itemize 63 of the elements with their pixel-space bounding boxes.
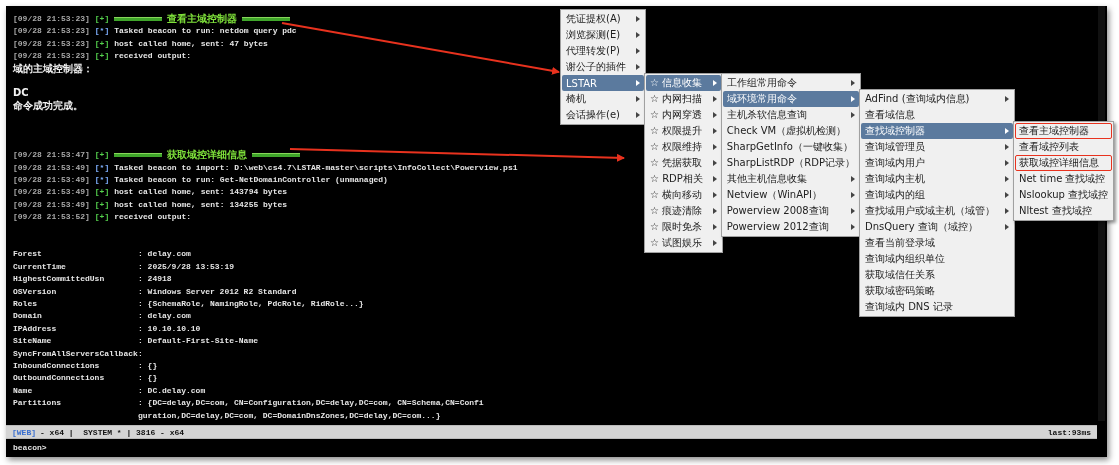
property-name: Partitions bbox=[13, 397, 62, 410]
status-marker: [+] bbox=[94, 149, 110, 162]
timestamp: [09/28 21:53:49] bbox=[13, 186, 90, 199]
log-message: received output: bbox=[114, 211, 192, 224]
log-message: host called home, sent: 47 bytes bbox=[114, 37, 268, 50]
property-name: InboundConnections bbox=[13, 359, 101, 372]
property-value: : {DC=delay,DC=com, CN=Configuration,DC=delay,DC=com, CN=Schema,CN=Confi bbox=[138, 397, 484, 410]
timestamp: [09/28 21:53:23] bbox=[13, 37, 90, 50]
log-message: Tasked beacon to import: D:\web\cs4.7\LSTAR-master\scripts\InfoCollect\Powerview.ps1 bbox=[114, 161, 518, 174]
status-marker: [+] bbox=[94, 198, 110, 211]
log-message: Tasked beacon to run: netdom query pdc bbox=[114, 25, 297, 38]
property-name: Forest bbox=[13, 248, 43, 261]
property-name: HighestCommittedUsn bbox=[13, 273, 106, 286]
status-marker: [*] bbox=[94, 161, 110, 174]
property-value: : bbox=[138, 347, 143, 360]
property-value: : Default-First-Site-Name bbox=[138, 335, 259, 348]
property-name: Roles bbox=[13, 298, 38, 310]
property-value: : {} bbox=[138, 372, 158, 385]
status-marker: [+] bbox=[94, 13, 110, 25]
status-marker: [+] bbox=[94, 50, 110, 63]
timestamp: [09/28 21:53:49] bbox=[13, 174, 90, 187]
timestamp: [09/28 21:53:47] bbox=[13, 149, 90, 162]
command-output: 命令成功完成。 bbox=[13, 99, 83, 113]
property-name: IPAddress bbox=[13, 322, 58, 335]
timestamp: [09/28 21:53:23] bbox=[13, 25, 90, 38]
property-name: Domain bbox=[13, 310, 43, 323]
property-value: guration,DC=delay,DC=com, DC=DomainDnsZones,DC=delay,DC=com...} bbox=[138, 409, 441, 422]
property-name: SyncFromAllServersCallback bbox=[13, 347, 138, 360]
command-output: 域的主域控制器： bbox=[13, 62, 93, 75]
status-marker: [+] bbox=[94, 37, 110, 50]
timestamp: [09/28 21:53:52] bbox=[13, 211, 90, 224]
session-info: - x64 | SYSTEM * | 3816 - x64 bbox=[40, 427, 185, 437]
latency-label: last:93ms bbox=[1047, 427, 1091, 437]
log-message: host called home, sent: 143794 bytes bbox=[114, 186, 288, 199]
property-value: : 24918 bbox=[138, 273, 172, 286]
status-marker: [+] bbox=[94, 211, 110, 224]
property-value: : 2025/9/28 13:53:19 bbox=[138, 260, 234, 273]
status-marker: [+] bbox=[94, 186, 110, 199]
log-message: received output: bbox=[114, 50, 192, 63]
timestamp: [09/28 21:53:23] bbox=[13, 50, 90, 63]
property-name: CurrentTime bbox=[13, 260, 67, 273]
property-name: OutboundConnections bbox=[13, 372, 106, 385]
timestamp: [09/28 21:53:49] bbox=[13, 161, 90, 174]
status-marker: [*] bbox=[94, 25, 110, 38]
status-marker: [*] bbox=[94, 174, 110, 187]
property-value: : delay.com bbox=[138, 310, 191, 323]
property-value: : {} bbox=[138, 359, 158, 372]
property-value: : 10.10.10.10 bbox=[138, 322, 201, 335]
log-message: host called home, sent: 134255 bytes bbox=[114, 198, 288, 211]
property-value: : {SchemaRole, NamingRole, PdcRole, RidRole...} bbox=[138, 298, 364, 310]
property-name: Name bbox=[13, 384, 34, 397]
listener-label: [WEB] bbox=[12, 427, 36, 437]
property-name: SiteName bbox=[13, 335, 53, 348]
command-output: DC bbox=[13, 87, 29, 100]
property-value: : DC.delay.com bbox=[138, 384, 206, 397]
section-title: 获取域控详细信息 bbox=[167, 149, 248, 162]
section-title: 查看主域控制器 bbox=[167, 13, 238, 26]
log-message: Tasked beacon to run: Get-NetDomainController (unmanaged) bbox=[114, 174, 388, 187]
property-value: : delay.com bbox=[138, 248, 191, 261]
property-value: : Windows Server 2012 R2 Standard bbox=[138, 285, 297, 298]
timestamp: [09/28 21:53:23] bbox=[13, 13, 90, 25]
timestamp: [09/28 21:53:49] bbox=[13, 198, 90, 211]
property-name: OSVersion bbox=[13, 285, 58, 298]
